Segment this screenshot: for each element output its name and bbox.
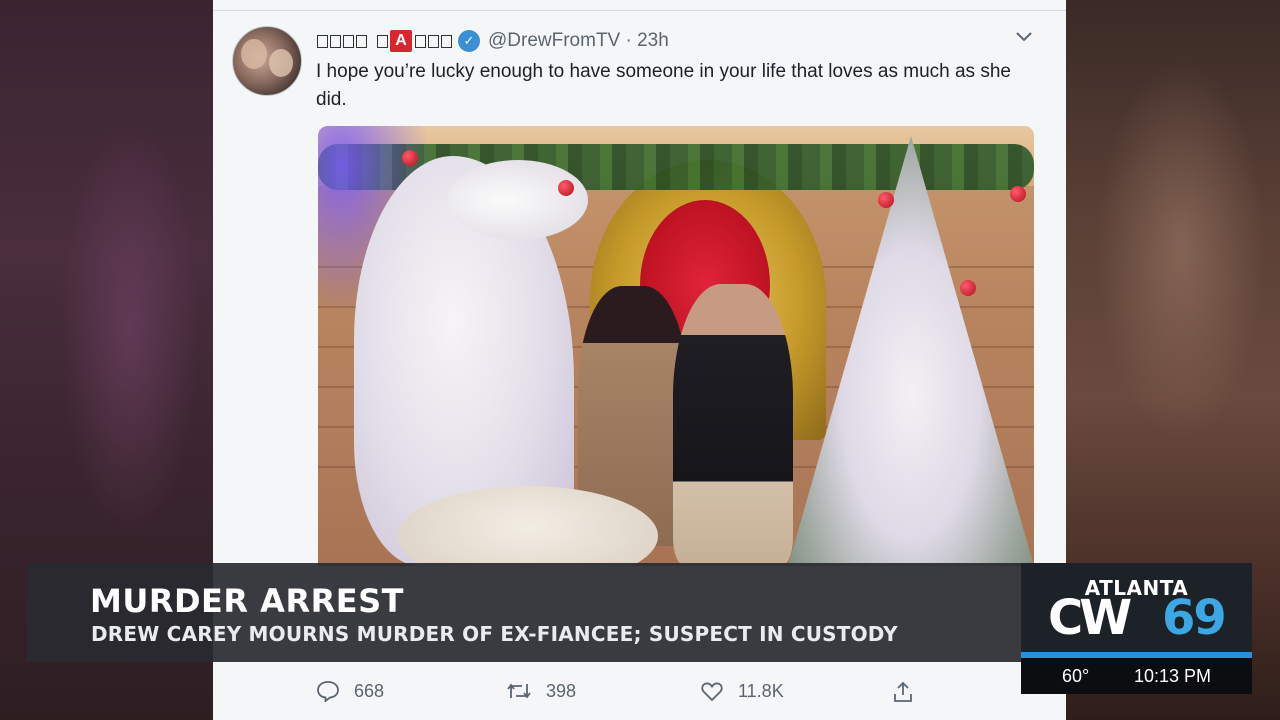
tweet-author-row: A ✓ @DrewFromTV · 23h	[317, 28, 669, 54]
share-button[interactable]	[891, 680, 929, 704]
reply-button[interactable]: 668	[316, 680, 384, 702]
station-channel: 69	[1162, 590, 1227, 646]
heart-icon	[701, 682, 723, 702]
ornament	[558, 180, 574, 196]
chevron-down-icon[interactable]	[1014, 30, 1034, 46]
station-network: CW	[1048, 590, 1132, 646]
ornament	[402, 150, 418, 166]
retweet-icon	[507, 683, 531, 699]
clock-time: 10:13 PM	[1134, 666, 1212, 686]
news-subheadline: DREW CAREY MOURNS MURDER OF EX-FIANCEE; …	[91, 622, 898, 646]
share-icon	[894, 681, 912, 702]
unrendered-glyph-icon	[428, 34, 439, 48]
unrendered-glyph-icon	[441, 34, 452, 48]
retweet-button[interactable]: 398	[506, 680, 576, 702]
unrendered-glyph-icon	[343, 34, 354, 48]
like-count: 11.8K	[738, 680, 784, 701]
person-man	[673, 284, 793, 566]
reply-icon	[317, 681, 339, 702]
ornament	[960, 280, 976, 296]
like-button[interactable]: 11.8K	[700, 680, 784, 702]
tweet-text: I hope you’re lucky enough to have someo…	[316, 61, 1011, 110]
avatar[interactable]	[232, 26, 302, 96]
divider	[213, 10, 1066, 11]
news-headline: MURDER ARREST	[90, 582, 404, 620]
ornament	[878, 192, 894, 208]
verified-badge-icon: ✓	[458, 30, 480, 52]
unrendered-glyph-icon	[415, 34, 426, 48]
reply-count: 668	[354, 680, 385, 701]
unrendered-glyph-icon	[330, 34, 341, 48]
temperature: 60°	[1062, 666, 1090, 686]
polar-bear-head	[448, 160, 588, 240]
tweet-photo[interactable]	[318, 126, 1034, 566]
ornament	[1010, 186, 1026, 202]
unrendered-glyph-icon	[377, 34, 388, 48]
handle-and-timestamp[interactable]: @DrewFromTV · 23h	[488, 30, 669, 52]
unrendered-glyph-icon	[356, 34, 367, 48]
retweet-count: 398	[546, 680, 577, 701]
unrendered-glyph-icon	[317, 34, 328, 48]
name-letter-badge: A	[390, 30, 412, 52]
